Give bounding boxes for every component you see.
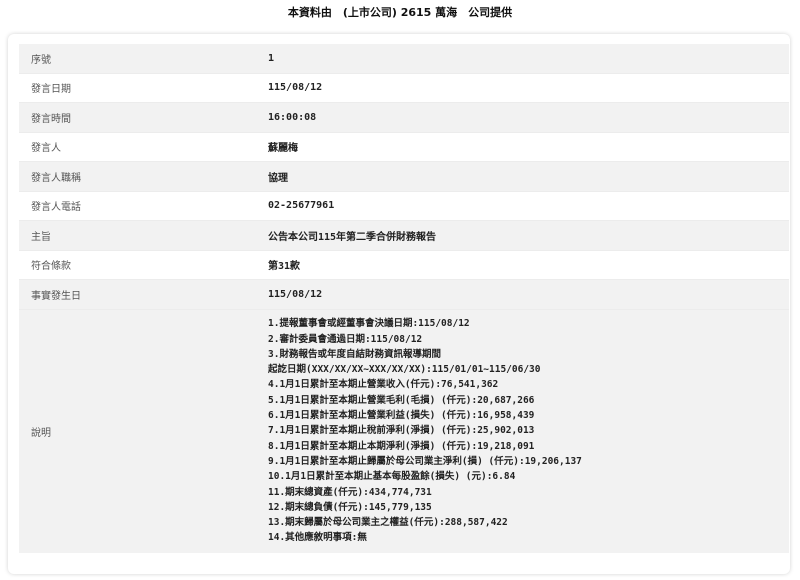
table-row-clause: 符合條款 第31款: [19, 250, 789, 280]
row-value: 16:00:08: [268, 111, 317, 123]
description-line: 7.1月1日累計至本期止稅前淨利(淨損) (仟元):25,902,013: [268, 425, 535, 437]
row-label: 說明: [31, 427, 51, 439]
description-line: 14.其他應敘明事項:無: [268, 532, 367, 544]
row-value: 115/08/12: [268, 288, 323, 300]
description-line: 10.1月1日累計至本期止基本每股盈餘(損失) (元):6.84: [268, 471, 516, 483]
row-label: 發言人電話: [31, 202, 81, 214]
description-line: 起訖日期(XXX/XX/XX~XXX/XX/XX):115/01/01~115/…: [268, 364, 541, 376]
row-label: 發言日期: [31, 84, 71, 96]
table-row-serial: 序號 1: [19, 44, 789, 74]
row-label: 主旨: [31, 231, 51, 243]
row-label: 事實發生日: [31, 290, 81, 302]
table-row-time: 發言時間 16:00:08: [19, 103, 789, 133]
description-list: 1.提報董事會或經董事會決議日期:115/08/12 2.審計委員會通過日期:1…: [261, 316, 582, 545]
description-line: 11.期末總資產(仟元):434,774,731: [268, 486, 432, 498]
description-line: 8.1月1日累計至本期止本期淨利(淨損) (仟元):19,218,091: [268, 440, 535, 452]
row-value: 02-25677961: [268, 200, 335, 212]
description-line: 12.期末總負債(仟元):145,779,135: [268, 501, 432, 513]
page-header: 本資料由 (上市公司) 2615 萬海 公司提供: [287, 6, 513, 19]
table-row-occurrence-date: 事實發生日 115/08/12: [19, 280, 789, 310]
table-row-subject: 主旨 公告本公司115年第二季合併財務報告: [19, 221, 789, 251]
announcement-table: 序號 1 發言日期 115/08/12 發言時間 16:00:08 發言人 蘇麗…: [19, 44, 789, 553]
row-value: 蘇麗梅: [268, 143, 298, 155]
row-label: 序號: [31, 54, 51, 66]
row-value: 1: [268, 52, 275, 64]
description-line: 13.期末歸屬於母公司業主之權益(仟元):288,587,422: [268, 517, 508, 529]
row-value: 115/08/12: [268, 82, 323, 94]
row-value: 公告本公司115年第二季合併財務報告: [268, 231, 437, 243]
description-line: 4.1月1日累計至本期止營業收入(仟元):76,541,362: [268, 379, 499, 391]
table-row-date: 發言日期 115/08/12: [19, 73, 789, 103]
table-row-phone: 發言人電話 02-25677961: [19, 191, 789, 221]
table-row-spokesperson: 發言人 蘇麗梅: [19, 132, 789, 162]
table-row-description: 說明 1.提報董事會或經董事會決議日期:115/08/12 2.審計委員會通過日…: [19, 309, 789, 553]
description-line: 2.審計委員會通過日期:115/08/12: [268, 333, 423, 345]
description-line: 5.1月1日累計至本期止營業毛利(毛損) (仟元):20,687,266: [268, 394, 535, 406]
row-value: 第31款: [268, 261, 301, 273]
row-label: 發言人職稱: [31, 172, 81, 184]
description-line: 9.1月1日累計至本期止歸屬於母公司業主淨利(損) (仟元):19,206,13…: [268, 455, 582, 467]
description-line: 1.提報董事會或經董事會決議日期:115/08/12: [268, 318, 470, 330]
row-value: 協理: [268, 172, 288, 184]
description-line: 6.1月1日累計至本期止營業利益(損失) (仟元):16,958,439: [268, 410, 535, 422]
announcement-card: 序號 1 發言日期 115/08/12 發言時間 16:00:08 發言人 蘇麗…: [8, 34, 790, 574]
row-label: 發言時間: [31, 113, 71, 125]
description-line: 3.財務報告或年度自結財務資訊報導期間: [268, 348, 441, 360]
row-label: 發言人: [31, 143, 61, 155]
table-row-title: 發言人職稱 協理: [19, 162, 789, 192]
row-label: 符合條款: [31, 261, 71, 273]
